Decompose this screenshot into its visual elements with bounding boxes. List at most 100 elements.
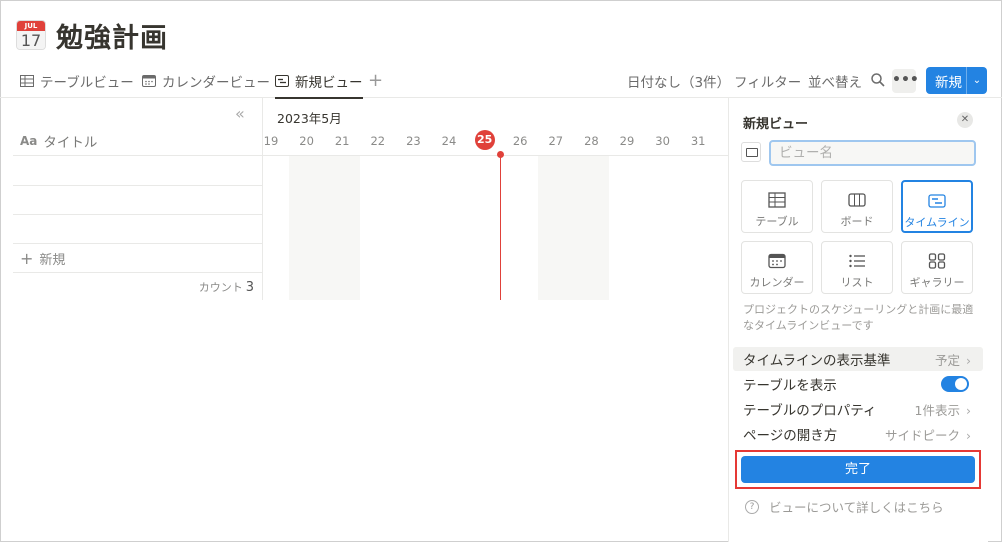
table-properties-setting[interactable]: テーブルのプロパティ 1件表示 › [733,397,983,421]
tab-label: 新規ビュー [295,75,363,91]
add-view-button[interactable]: + [368,70,383,91]
chevron-right-icon: › [966,402,971,418]
table-props-value: 1件表示 [914,402,960,418]
timeline-day: 21 [334,134,350,148]
page-title[interactable]: 勉強計画 [56,16,168,55]
timeline-month: 2023年5月 [277,111,342,126]
setting-value: 予定 › [935,350,971,369]
timeline-day: 24 [441,134,457,148]
learn-more-link[interactable]: ? ビューについて詳しくはこちら [745,497,944,516]
calendar-icon [142,75,156,87]
timeline-area[interactable]: 2023年5月 19 20 21 22 23 24 25 26 27 28 29 30 31 [263,98,728,300]
layout-list[interactable]: リスト [821,241,893,294]
new-button[interactable]: 新規 ⌄ [926,67,987,94]
close-icon[interactable]: ✕ [957,112,973,128]
no-date-button[interactable]: 日付なし（3件） [627,71,730,91]
table-icon [768,192,786,208]
filter-button[interactable]: フィルター [734,71,801,91]
timeline-day: 30 [655,134,670,148]
table-icon [20,75,34,87]
chevron-right-icon: › [966,352,971,368]
tab-table-view[interactable]: テーブルビュー [20,64,134,98]
open-pages-value: サイドピーク [884,427,960,443]
layout-label: リスト [840,276,874,289]
table-row[interactable] [13,215,262,244]
show-table-setting[interactable]: テーブルを表示 [733,372,983,396]
layout-timeline[interactable]: タイムライン [901,180,973,233]
layout-label: タイムライン [904,216,970,229]
timeline-day: 23 [406,134,421,148]
layout-label: カレンダー [749,276,805,289]
text-property-icon: Aa [20,133,38,148]
layout-label: ギャラリー [909,276,965,289]
timeline-days: 19 20 21 22 23 24 25 26 27 28 29 30 31 [263,128,728,155]
highlight-box: 完了 [735,450,981,489]
sort-button[interactable]: 並べ替え [808,71,862,91]
row-count[interactable]: カウント 3 [199,279,254,295]
collapse-table-icon[interactable]: « [235,104,245,123]
layout-label: ボード [840,215,874,228]
tab-label: カレンダービュー [162,75,270,91]
calendar-icon[interactable]: JUL 17 [16,20,46,50]
panel-title: 新規ビュー [743,117,809,132]
timeline-day: 22 [370,134,386,148]
layout-gallery[interactable]: ギャラリー [901,241,973,294]
today-line [500,154,501,300]
column-label: タイトル [43,134,98,151]
today-marker: 25 [474,130,495,150]
timeline-day: 27 [548,134,564,148]
open-pages-setting[interactable]: ページの開き方 サイドピーク › [733,422,983,446]
toggle-knob [955,378,967,390]
layout-label: テーブル [755,215,799,228]
page-header: JUL 17 勉強計画 [16,16,168,55]
tab-label: テーブルビュー [40,75,134,91]
timeline-day: 29 [619,134,635,148]
show-table-toggle[interactable] [941,376,969,392]
add-row-button[interactable]: + 新規 [13,244,262,273]
search-icon[interactable] [870,72,886,88]
help-icon: ? [745,499,759,514]
layout-board[interactable]: ボード [821,180,893,233]
setting-label: テーブルを表示 [743,378,837,394]
done-button[interactable]: 完了 [741,456,975,483]
table-row[interactable] [13,186,262,215]
title-column-header[interactable]: Aa タイトル [13,126,262,156]
timeline-day: 28 [584,134,599,148]
table-row[interactable] [13,157,262,186]
weekend-shade [289,155,360,300]
add-row-label: 新規 [39,252,66,268]
count-value: 3 [245,280,254,295]
layout-calendar[interactable]: カレンダー [741,241,813,294]
chevron-down-icon[interactable]: ⌄ [967,75,987,86]
layout-table[interactable]: テーブル [741,180,813,233]
setting-value: サイドピーク › [885,425,971,444]
tab-calendar-view[interactable]: カレンダービュー [142,64,270,98]
board-icon [848,193,866,207]
view-icon-picker[interactable] [741,142,761,162]
weekend-shade [538,155,609,300]
view-name-input[interactable] [769,140,976,166]
setting-label: テーブルのプロパティ [743,403,877,419]
list-icon [849,254,865,268]
chevron-right-icon: › [966,427,971,443]
count-label: カウント [198,281,243,294]
timeline-day: 31 [690,134,706,148]
new-view-panel: 新規ビュー ✕ テーブル ボード タイムライン カレンダー リスト ギャラリー … [728,98,988,542]
tab-new-view[interactable]: 新規ビュー [275,64,363,99]
timeline-show-by-setting[interactable]: タイムラインの表示基準 予定 › [733,347,983,371]
timeline-table: « Aa タイトル + 新規 カウント 3 [13,98,263,300]
more-options-button[interactable]: ••• [892,69,919,93]
setting-value: 1件表示 › [915,400,971,419]
view-tabs-bar: テーブルビュー カレンダービュー 新規ビュー + 日付なし（3件） フィルター … [0,64,1002,99]
today-dot [497,151,504,158]
setting-label: ページの開き方 [743,428,838,444]
new-button-label: 新規 [935,74,962,91]
layout-description: プロジェクトのスケジューリングと計画に最適なタイムラインビューです [743,303,974,332]
timeline-day: 20 [299,134,314,148]
show-by-value: 予定 [934,352,960,368]
calendar-icon-day: 17 [17,31,45,49]
divider [263,155,728,156]
setting-label: タイムラインの表示基準 [743,353,891,369]
calendar-icon [768,253,786,269]
timeline-icon [275,75,289,87]
